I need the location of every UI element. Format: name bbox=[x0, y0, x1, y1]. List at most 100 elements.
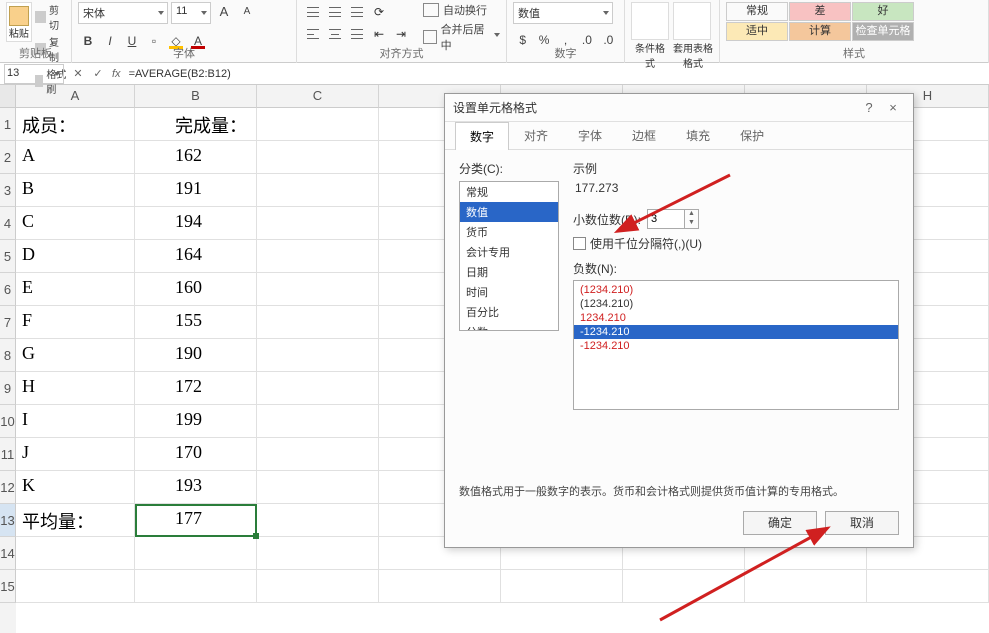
cell[interactable]: C bbox=[16, 207, 135, 240]
cell[interactable] bbox=[501, 570, 623, 603]
row-header[interactable]: 11 bbox=[0, 438, 16, 471]
cell[interactable] bbox=[257, 372, 379, 405]
dialog-tab[interactable]: 数字 bbox=[455, 122, 509, 150]
cell[interactable] bbox=[257, 240, 379, 273]
style-neutral[interactable]: 适中 bbox=[726, 22, 788, 41]
cell[interactable]: 160 bbox=[135, 273, 257, 306]
cell[interactable] bbox=[257, 108, 379, 141]
align-top-button[interactable] bbox=[303, 2, 323, 22]
cut-button[interactable]: 剪切 bbox=[35, 2, 68, 32]
row-header[interactable]: 7 bbox=[0, 306, 16, 339]
spin-down-button[interactable]: ▼ bbox=[685, 219, 698, 228]
decimal-places-spinner[interactable]: ▲▼ bbox=[647, 209, 699, 229]
accept-formula-button[interactable]: ✓ bbox=[88, 67, 108, 80]
align-right-button[interactable] bbox=[347, 24, 367, 44]
cell[interactable]: 成员： bbox=[16, 108, 135, 141]
row-header[interactable]: 13 bbox=[0, 504, 16, 537]
cell[interactable]: 172 bbox=[135, 372, 257, 405]
dialog-tab[interactable]: 边框 bbox=[617, 121, 671, 149]
dialog-tab[interactable]: 保护 bbox=[725, 121, 779, 149]
name-box[interactable]: 13 bbox=[4, 64, 64, 84]
cell-styles-gallery[interactable]: 常规 差 好 适中 计算 检查单元格 bbox=[726, 2, 914, 41]
paste-button[interactable]: 粘贴 bbox=[6, 2, 32, 42]
row-header[interactable]: 1 bbox=[0, 108, 16, 141]
category-listbox[interactable]: 常规数值货币会计专用日期时间百分比分数科学记数文本特殊自定义 bbox=[459, 181, 559, 331]
cancel-formula-button[interactable]: ✕ bbox=[68, 67, 88, 80]
dialog-tab[interactable]: 填充 bbox=[671, 121, 725, 149]
cell[interactable]: 199 bbox=[135, 405, 257, 438]
spin-up-button[interactable]: ▲ bbox=[685, 210, 698, 219]
negative-option[interactable]: (1234.210) bbox=[574, 297, 898, 311]
cell[interactable]: D bbox=[16, 240, 135, 273]
cell[interactable]: 164 bbox=[135, 240, 257, 273]
cell[interactable] bbox=[135, 537, 257, 570]
style-bad[interactable]: 差 bbox=[789, 2, 851, 21]
cell[interactable]: 155 bbox=[135, 306, 257, 339]
cell[interactable] bbox=[257, 471, 379, 504]
number-format-select[interactable]: 数值 bbox=[513, 2, 613, 24]
formula-input[interactable]: =AVERAGE(B2:B12) bbox=[125, 66, 989, 82]
row-header[interactable]: 9 bbox=[0, 372, 16, 405]
row-header[interactable]: 10 bbox=[0, 405, 16, 438]
cell[interactable] bbox=[16, 570, 135, 603]
font-decrease-button[interactable]: A bbox=[237, 2, 257, 22]
orientation-button[interactable]: ⟳ bbox=[369, 2, 389, 22]
cell[interactable] bbox=[745, 570, 867, 603]
cell[interactable] bbox=[257, 405, 379, 438]
category-item[interactable]: 货币 bbox=[460, 222, 558, 242]
row-header[interactable]: 6 bbox=[0, 273, 16, 306]
dialog-tab[interactable]: 对齐 bbox=[509, 121, 563, 149]
cell[interactable] bbox=[257, 339, 379, 372]
cell[interactable] bbox=[135, 570, 257, 603]
row-header[interactable]: 2 bbox=[0, 141, 16, 174]
negative-option[interactable]: -1234.210 bbox=[574, 325, 898, 339]
cell[interactable]: F bbox=[16, 306, 135, 339]
cell[interactable] bbox=[257, 504, 379, 537]
cell[interactable]: I bbox=[16, 405, 135, 438]
category-item[interactable]: 分数 bbox=[460, 322, 558, 331]
fx-icon[interactable]: fx bbox=[112, 68, 121, 80]
font-increase-button[interactable]: A bbox=[214, 2, 234, 22]
align-left-button[interactable] bbox=[303, 24, 323, 44]
cell[interactable] bbox=[257, 141, 379, 174]
cell[interactable]: K bbox=[16, 471, 135, 504]
row-header[interactable]: 4 bbox=[0, 207, 16, 240]
cell[interactable]: 平均量： bbox=[16, 504, 135, 537]
row-header[interactable]: 5 bbox=[0, 240, 16, 273]
indent-decrease-button[interactable]: ⇤ bbox=[369, 24, 389, 44]
cell[interactable]: 170 bbox=[135, 438, 257, 471]
dialog-help-button[interactable]: ? bbox=[857, 100, 881, 115]
cell[interactable] bbox=[257, 306, 379, 339]
dialog-tab[interactable]: 字体 bbox=[563, 121, 617, 149]
wrap-text-button[interactable]: 自动换行 bbox=[423, 2, 500, 18]
ok-button[interactable]: 确定 bbox=[743, 511, 817, 535]
format-as-table-button[interactable]: 套用表格格式 bbox=[673, 2, 713, 70]
dialog-titlebar[interactable]: 设置单元格格式 ? × bbox=[445, 94, 913, 122]
row-header[interactable]: 8 bbox=[0, 339, 16, 372]
cell[interactable]: B bbox=[16, 174, 135, 207]
cell[interactable] bbox=[257, 438, 379, 471]
cell[interactable] bbox=[257, 537, 379, 570]
cell[interactable]: A bbox=[16, 141, 135, 174]
font-name-select[interactable]: 宋体 bbox=[78, 2, 168, 24]
cell[interactable] bbox=[257, 207, 379, 240]
cell[interactable]: 193 bbox=[135, 471, 257, 504]
dialog-close-button[interactable]: × bbox=[881, 100, 905, 115]
cell[interactable] bbox=[379, 570, 501, 603]
column-header[interactable]: B bbox=[135, 85, 257, 108]
cell[interactable] bbox=[867, 570, 989, 603]
negative-option[interactable]: (1234.210) bbox=[574, 283, 898, 297]
category-item[interactable]: 会计专用 bbox=[460, 242, 558, 262]
cell[interactable] bbox=[623, 570, 745, 603]
thousands-checkbox[interactable] bbox=[573, 237, 586, 250]
align-bottom-button[interactable] bbox=[347, 2, 367, 22]
style-normal[interactable]: 常规 bbox=[726, 2, 788, 21]
category-item[interactable]: 时间 bbox=[460, 282, 558, 302]
cell[interactable] bbox=[16, 537, 135, 570]
category-item[interactable]: 日期 bbox=[460, 262, 558, 282]
style-check[interactable]: 检查单元格 bbox=[852, 22, 914, 41]
column-header[interactable]: C bbox=[257, 85, 379, 108]
negative-option[interactable]: -1234.210 bbox=[574, 339, 898, 353]
negative-numbers-listbox[interactable]: (1234.210)(1234.210)1234.210-1234.210-12… bbox=[573, 280, 899, 410]
cell[interactable]: G bbox=[16, 339, 135, 372]
